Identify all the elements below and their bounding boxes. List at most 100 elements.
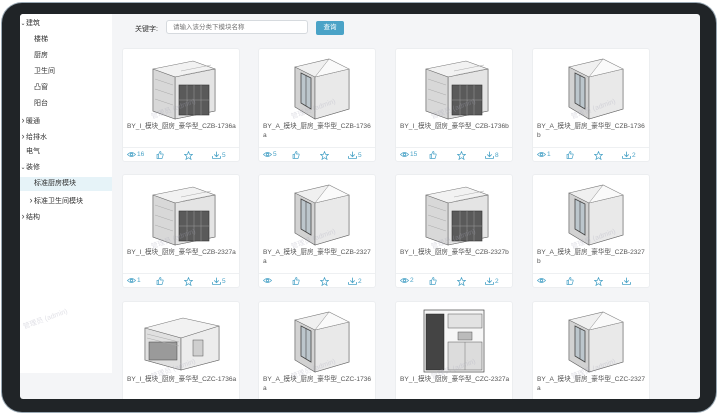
download-icon (212, 277, 221, 285)
module-thumbnail[interactable] (396, 175, 512, 247)
module-thumbnail[interactable] (123, 302, 239, 374)
module-title[interactable]: BY_I_模块_厨房_豪华型_CZB-1736b (400, 122, 510, 131)
module-thumbnail[interactable] (123, 49, 239, 121)
module-card[interactable]: BY_A_模块_厨房_豪华型_CZC-1736a (258, 301, 376, 399)
sidebar-item[interactable]: 阳台 (20, 97, 48, 111)
like-button[interactable] (291, 151, 300, 159)
sidebar-item-label: 标准卫生间模块 (34, 198, 83, 205)
download-button[interactable] (621, 277, 632, 285)
sidebar-item[interactable]: ⌄建筑 (20, 17, 40, 31)
download-button[interactable]: 2 (484, 277, 499, 285)
module-title[interactable]: BY_I_模块_厨房_豪华型_CZB-2327a (127, 248, 237, 257)
download-icon (622, 151, 631, 159)
like-button[interactable] (565, 277, 574, 285)
sidebar-item-label: 卫生间 (34, 68, 55, 75)
favorite-button[interactable] (456, 276, 467, 287)
like-button[interactable] (428, 151, 437, 159)
module-thumbnail[interactable] (533, 175, 649, 247)
module-title[interactable]: BY_A_模块_厨房_豪华型_CZB-1736a (263, 122, 373, 140)
module-thumbnail[interactable] (259, 302, 375, 374)
module-title[interactable]: BY_A_模块_厨房_豪华型_CZC-2327a (537, 375, 647, 393)
module-card[interactable]: BY_A_模块_厨房_豪华型_CZB-1736b 1 2 (532, 48, 650, 162)
module-thumbnail[interactable] (396, 302, 512, 374)
like-button[interactable] (155, 151, 164, 159)
favorite-button[interactable] (593, 276, 604, 287)
module-thumbnail[interactable] (533, 302, 649, 374)
thumbs-up-icon (566, 277, 574, 285)
favorite-button[interactable] (319, 150, 330, 161)
sidebar-item[interactable]: 楼梯 (20, 33, 48, 47)
module-title[interactable]: BY_I_模块_厨房_豪华型_CZB-2327b (400, 248, 510, 257)
sidebar-item-label: 凸窗 (34, 84, 48, 91)
search-button[interactable]: 查询 (316, 21, 344, 35)
module-title[interactable]: BY_A_模块_厨房_豪华型_CZC-1736a (263, 375, 373, 393)
favorite-button[interactable] (183, 276, 194, 287)
views-stat: 1 (126, 277, 141, 284)
like-button[interactable] (565, 151, 574, 159)
sidebar-item-label: 装修 (26, 164, 40, 171)
thumbs-up-icon (156, 151, 164, 159)
views-count: 16 (137, 151, 145, 159)
module-thumbnail[interactable] (533, 49, 649, 121)
download-button[interactable]: 5 (211, 151, 226, 159)
module-thumbnail[interactable] (259, 49, 375, 121)
device-frame: ⌄建筑楼梯厨房卫生间凸窗阳台 › 暖通 › 给排水电气 ⌄装修标准厨房模块 › 标准卫生间模块… (0, 0, 720, 416)
download-count: 2 (495, 277, 499, 285)
sidebar-item[interactable]: › 结构 (20, 209, 41, 223)
module-card[interactable]: BY_A_模块_厨房_豪华型_CZB-2327b (532, 174, 650, 288)
module-card[interactable]: BY_I_模块_厨房_豪华型_CZB-1736a 16 5 (122, 48, 240, 162)
sidebar-item[interactable]: ⌄装修 (20, 161, 40, 175)
module-card[interactable]: BY_I_模块_厨房_豪华型_CZC-2327a (395, 301, 513, 399)
like-button[interactable] (291, 277, 300, 285)
download-button[interactable]: 5 (347, 151, 362, 159)
download-button[interactable]: 5 (211, 277, 226, 285)
module-card[interactable]: BY_I_模块_厨房_豪华型_CZB-2327b 2 2 (395, 174, 513, 288)
sidebar-item[interactable]: 卫生间 (20, 65, 55, 79)
sidebar-item[interactable]: 凸窗 (20, 81, 48, 95)
search-input[interactable] (166, 20, 308, 34)
app-screen: ⌄建筑楼梯厨房卫生间凸窗阳台 › 暖通 › 给排水电气 ⌄装修标准厨房模块 › 标准卫生间模块… (20, 14, 700, 399)
views-stat: 2 (399, 277, 414, 284)
sidebar-item[interactable]: › 标准卫生间模块 (20, 193, 84, 207)
views-count: 15 (410, 151, 418, 159)
sidebar-item-label: 厨房 (34, 52, 48, 59)
module-card[interactable]: BY_I_模块_厨房_豪华型_CZB-1736b 15 8 (395, 48, 513, 162)
module-title[interactable]: BY_I_模块_厨房_豪华型_CZB-1736a (127, 122, 237, 131)
module-thumbnail[interactable] (396, 49, 512, 121)
views-count: 1 (137, 277, 141, 285)
sidebar-item[interactable]: 电气 (20, 145, 40, 159)
download-button[interactable]: 2 (347, 277, 362, 285)
module-card[interactable]: BY_I_模块_厨房_豪华型_CZB-2327a 1 5 (122, 174, 240, 288)
module-thumbnail[interactable] (259, 175, 375, 247)
sidebar-item[interactable]: 厨房 (20, 49, 48, 63)
thumbs-up-icon (156, 277, 164, 285)
star-icon (183, 150, 194, 161)
favorite-button[interactable] (456, 150, 467, 161)
like-button[interactable] (428, 277, 437, 285)
module-title[interactable]: BY_A_模块_厨房_豪华型_CZB-2327b (537, 248, 647, 266)
favorite-button[interactable] (183, 150, 194, 161)
module-title[interactable]: BY_I_模块_厨房_豪华型_CZC-1736a (127, 375, 237, 384)
module-card[interactable]: BY_A_模块_厨房_豪华型_CZC-2327a (532, 301, 650, 399)
module-title[interactable]: BY_A_模块_厨房_豪华型_CZB-2327a (263, 248, 373, 266)
views-stat (536, 277, 547, 284)
download-icon (348, 151, 357, 159)
sidebar-item[interactable]: › 给排水 (20, 129, 48, 143)
star-icon (319, 276, 330, 287)
module-card[interactable]: BY_A_模块_厨房_豪华型_CZB-1736a 5 5 (258, 48, 376, 162)
module-card[interactable]: BY_I_模块_厨房_豪华型_CZC-1736a (122, 301, 240, 399)
favorite-button[interactable] (593, 150, 604, 161)
favorite-button[interactable] (319, 276, 330, 287)
download-button[interactable]: 2 (621, 151, 636, 159)
module-title[interactable]: BY_I_模块_厨房_豪华型_CZC-2327a (400, 375, 510, 384)
sidebar-item-label: 给排水 (26, 134, 47, 141)
module-title[interactable]: BY_A_模块_厨房_豪华型_CZB-1736b (537, 122, 647, 140)
module-card[interactable]: BY_A_模块_厨房_豪华型_CZB-2327a 2 (258, 174, 376, 288)
like-button[interactable] (155, 277, 164, 285)
sidebar-item[interactable]: 标准厨房模块 (20, 177, 112, 191)
download-button[interactable]: 8 (484, 151, 499, 159)
eye-icon (126, 277, 137, 284)
module-thumbnail[interactable] (123, 175, 239, 247)
views-stat: 5 (262, 151, 277, 158)
sidebar-item[interactable]: › 暖通 (20, 113, 41, 127)
